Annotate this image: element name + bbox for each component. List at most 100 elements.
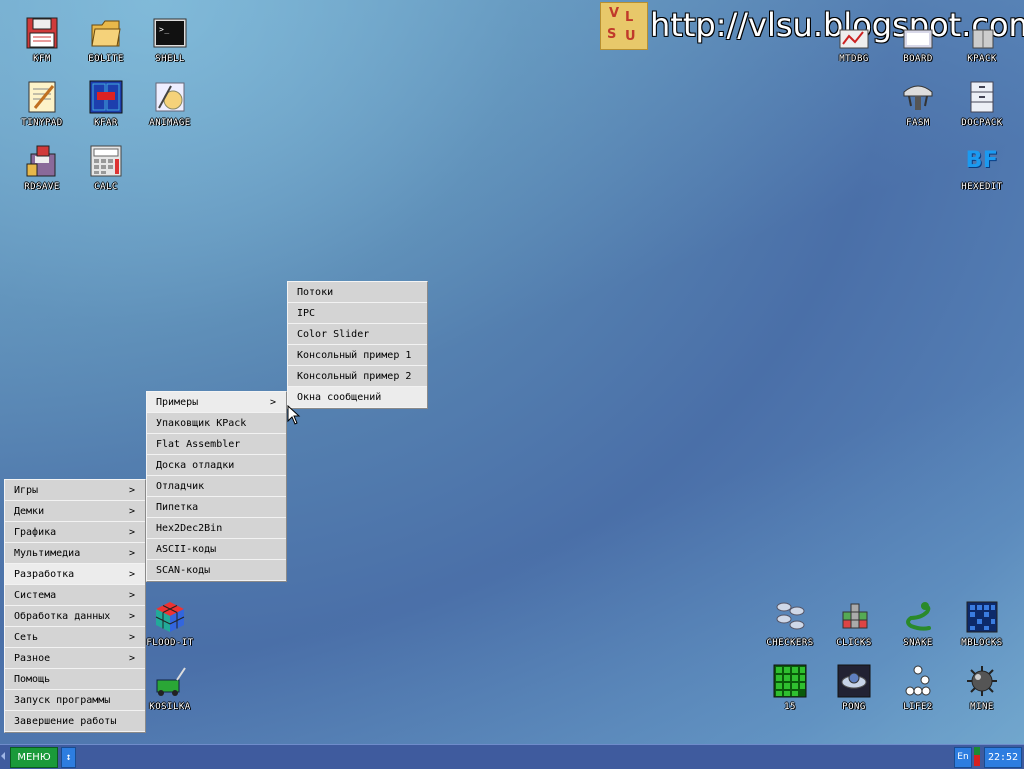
desktop-icon-shell[interactable]: >_ SHELL bbox=[138, 16, 202, 64]
desktop-icon-snake[interactable]: SNAKE bbox=[886, 600, 950, 648]
desktop-icon-mblocks[interactable]: MBLOCKS bbox=[950, 600, 1014, 648]
desktop-icon-eolite[interactable]: EOLITE bbox=[74, 16, 138, 64]
icon-label: LIFE2 bbox=[903, 702, 933, 712]
menu-item-network[interactable]: Сеть > bbox=[5, 627, 145, 648]
menu-item-label: Система bbox=[14, 590, 57, 601]
cpu-usage-indicator bbox=[974, 747, 980, 766]
icon-label: TINYPAD bbox=[21, 118, 63, 128]
desktop-icon-mtdbg[interactable]: MTDBG bbox=[822, 16, 886, 64]
menu-item-label: Hex2Dec2Bin bbox=[156, 523, 223, 534]
submenu-arrow-icon: > bbox=[128, 611, 135, 622]
desktop-icon-kfm[interactable]: KFM bbox=[10, 16, 74, 64]
main-menu: Игры > Демки > Графика > Мультимедиа > Разра… bbox=[4, 479, 146, 733]
desktop-icon-docpack[interactable]: DOCPACK bbox=[950, 80, 1014, 128]
checkers-icon bbox=[773, 600, 807, 634]
desktop-icon-floodit[interactable]: FLOOD-IT bbox=[138, 600, 202, 648]
desktop-icon-animage[interactable]: ANIMAGE bbox=[138, 80, 202, 128]
grid-game-icon bbox=[965, 600, 999, 634]
cabinet-icon bbox=[965, 80, 999, 114]
menu-item-label: Консольный пример 2 bbox=[297, 371, 412, 382]
menu-item-system[interactable]: Система > bbox=[5, 585, 145, 606]
icon-label: CALC bbox=[94, 182, 118, 192]
desktop-icon-kpack[interactable]: KPACK bbox=[950, 16, 1014, 64]
menu-item-run[interactable]: Запуск программы bbox=[5, 690, 145, 711]
window-switch-button[interactable]: ↕ bbox=[61, 747, 76, 768]
submenu-item-hex2dec2bin[interactable]: Hex2Dec2Bin bbox=[147, 518, 286, 539]
submenu-item-debug-board[interactable]: Доска отладки bbox=[147, 455, 286, 476]
paint-icon bbox=[153, 80, 187, 114]
calculator-icon bbox=[89, 144, 123, 178]
pong-icon bbox=[837, 664, 871, 698]
menu-item-label: Потоки bbox=[297, 287, 334, 298]
menu-item-games[interactable]: Игры > bbox=[5, 480, 145, 501]
icon-label: MTDBG bbox=[839, 54, 869, 64]
submenu-item-pipette[interactable]: Пипетка bbox=[147, 497, 286, 518]
clock[interactable]: 22:52 bbox=[984, 747, 1022, 768]
mouse-cursor-icon bbox=[287, 404, 301, 429]
submenu-item-console-example-2[interactable]: Консольный пример 2 bbox=[288, 366, 427, 387]
icon-label: KFAR bbox=[94, 118, 118, 128]
submenu-item-console-example-1[interactable]: Консольный пример 1 bbox=[288, 345, 427, 366]
menu-item-misc[interactable]: Разное > bbox=[5, 648, 145, 669]
desktop-icon-hexedit[interactable]: BF HEXEDIT bbox=[950, 144, 1014, 192]
menu-item-label: Доска отладки bbox=[156, 460, 235, 471]
menu-item-data-processing[interactable]: Обработка данных > bbox=[5, 606, 145, 627]
snake-icon bbox=[901, 600, 935, 634]
submenu-arrow-icon: > bbox=[128, 653, 135, 664]
taskbar-scroll-left-icon[interactable] bbox=[1, 752, 5, 760]
icon-label: DOCPACK bbox=[961, 118, 1003, 128]
far-manager-icon bbox=[89, 80, 123, 114]
desktop-icon-calc[interactable]: CALC bbox=[74, 144, 138, 192]
submenu-item-fasm[interactable]: Flat Assembler bbox=[147, 434, 286, 455]
desktop-icon-15[interactable]: 15 bbox=[758, 664, 822, 712]
menu-item-development[interactable]: Разработка > bbox=[5, 564, 145, 585]
icon-label: EOLITE bbox=[88, 54, 124, 64]
submenu-item-ascii-codes[interactable]: ASCII-коды bbox=[147, 539, 286, 560]
keyboard-layout-indicator[interactable]: En bbox=[954, 747, 972, 768]
menu-item-label: SCAN-коды bbox=[156, 565, 211, 576]
icon-label: PONG bbox=[842, 702, 866, 712]
life-cells-icon bbox=[901, 664, 935, 698]
logo-letter: S bbox=[607, 27, 617, 42]
menu-item-label: Завершение работы bbox=[14, 716, 117, 727]
menu-button[interactable]: МЕНЮ bbox=[10, 747, 58, 768]
submenu-item-kpack[interactable]: Упаковщик KPack bbox=[147, 413, 286, 434]
icon-label: MINE bbox=[970, 702, 994, 712]
submenu-arrow-icon: > bbox=[128, 569, 135, 580]
menu-item-label: Графика bbox=[14, 527, 57, 538]
menu-item-multimedia[interactable]: Мультимедиа > bbox=[5, 543, 145, 564]
desktop-icon-kfar[interactable]: KFAR bbox=[74, 80, 138, 128]
menu-item-demos[interactable]: Демки > bbox=[5, 501, 145, 522]
notepad-icon bbox=[25, 80, 59, 114]
menu-item-graphics[interactable]: Графика > bbox=[5, 522, 145, 543]
desktop-icon-checkers[interactable]: CHECKERS bbox=[758, 600, 822, 648]
desktop-icon-pong[interactable]: PONG bbox=[822, 664, 886, 712]
desktop-icon-kosilka[interactable]: KOSILKA bbox=[138, 664, 202, 712]
submenu-item-debugger[interactable]: Отладчик bbox=[147, 476, 286, 497]
menu-item-label: Отладчик bbox=[156, 481, 205, 492]
menu-item-label: ASCII-коды bbox=[156, 544, 217, 555]
icon-label: KPACK bbox=[967, 54, 997, 64]
submenu-item-threads[interactable]: Потоки bbox=[288, 282, 427, 303]
menu-item-label: Мультимедиа bbox=[14, 548, 81, 559]
icon-label: FASM bbox=[906, 118, 930, 128]
menu-item-help[interactable]: Помощь bbox=[5, 669, 145, 690]
hex-editor-icon: BF bbox=[965, 144, 999, 178]
menu-item-shutdown[interactable]: Завершение работы bbox=[5, 711, 145, 732]
submenu-item-examples[interactable]: Примеры > bbox=[147, 392, 286, 413]
menu-item-label: Помощь bbox=[14, 674, 51, 685]
cpu-usage-fill bbox=[974, 755, 980, 766]
desktop-icon-tinypad[interactable]: TINYPAD bbox=[10, 80, 74, 128]
desktop-icon-mine[interactable]: MINE bbox=[950, 664, 1014, 712]
desktop-icon-fasm[interactable]: FASM bbox=[886, 80, 950, 128]
desktop-icon-life2[interactable]: LIFE2 bbox=[886, 664, 950, 712]
desktop-icon-rdsave[interactable]: RDSAVE bbox=[10, 144, 74, 192]
submenu-item-color-slider[interactable]: Color Slider bbox=[288, 324, 427, 345]
menu-item-label: Сеть bbox=[14, 632, 39, 643]
submenu-arrow-icon: > bbox=[128, 632, 135, 643]
submenu-item-scan-codes[interactable]: SCAN-коды bbox=[147, 560, 286, 581]
desktop-icon-clicks[interactable]: CLICKS bbox=[822, 600, 886, 648]
submenu-item-ipc[interactable]: IPC bbox=[288, 303, 427, 324]
desktop-icon-board[interactable]: BOARD bbox=[886, 16, 950, 64]
submenu-item-message-boxes[interactable]: Окна сообщений bbox=[288, 387, 427, 408]
